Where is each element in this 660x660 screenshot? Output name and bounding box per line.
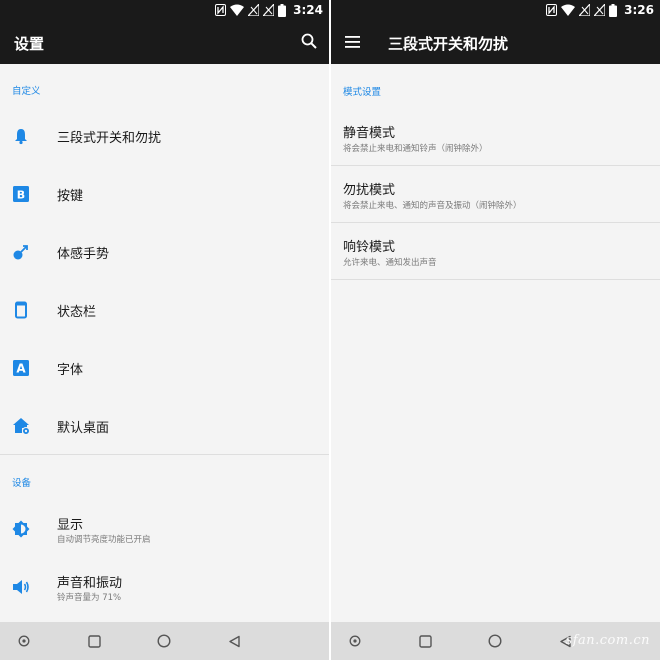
nfc-icon	[215, 4, 227, 16]
mode-description: 将会禁止来电、通知的声音及振动（闹钟除外）	[343, 201, 522, 211]
key-b-icon: B	[13, 186, 29, 202]
svg-text:B: B	[17, 189, 25, 202]
list-divider	[331, 279, 660, 280]
signal-icon	[579, 4, 591, 16]
volume-icon	[13, 580, 29, 594]
bell-icon	[15, 129, 27, 145]
section-header-mode-settings: 模式设置	[343, 87, 382, 98]
item-summary: 自动调节亮度功能已开启	[57, 535, 151, 545]
wifi-icon	[561, 4, 576, 16]
item-label: 默认桌面	[57, 421, 110, 436]
alert-slider-screen: 3:26 三段式开关和勿扰 模式设置 静音模式 将会禁止来电和通知铃声（闹钟除外…	[331, 0, 660, 660]
brightness-icon	[12, 520, 30, 538]
section-divider	[0, 454, 329, 455]
back-icon[interactable]	[225, 632, 243, 650]
status-bar: 3:26	[331, 0, 660, 20]
recents-icon[interactable]	[85, 632, 103, 650]
mode-description: 将会禁止来电和通知铃声（闹钟除外）	[343, 144, 488, 154]
mode-description: 允许来电、通知发出声音	[343, 258, 437, 268]
settings-item-font[interactable]: A 字体	[0, 339, 329, 397]
navigation-bar: sfan.com.cn	[331, 622, 660, 660]
settings-item-display[interactable]: 显示 自动调节亮度功能已开启	[0, 500, 329, 558]
page-title: 三段式开关和勿扰	[388, 35, 509, 53]
settings-item-status-bar[interactable]: 状态栏	[0, 281, 329, 339]
mode-title: 响铃模式	[343, 240, 396, 255]
signal-icon	[263, 4, 275, 16]
gesture-icon	[13, 245, 28, 260]
clock: 3:26	[624, 3, 654, 17]
status-bar: 3:24	[0, 0, 329, 20]
phone-outline-icon	[15, 301, 27, 319]
section-header-customize: 自定义	[12, 86, 41, 97]
app-bar: 三段式开关和勿扰	[331, 20, 660, 64]
wifi-icon	[230, 4, 245, 16]
svg-text:A: A	[16, 362, 26, 376]
item-label: 三段式开关和勿扰	[57, 131, 162, 146]
item-label: 声音和振动	[57, 576, 123, 591]
section-header-device: 设备	[12, 478, 32, 489]
mode-title: 勿扰模式	[343, 183, 396, 198]
mode-title: 静音模式	[343, 126, 396, 141]
home-dot-icon[interactable]	[15, 632, 33, 650]
settings-item-default-launcher[interactable]: 默认桌面	[0, 397, 329, 455]
navigation-bar	[0, 622, 329, 660]
battery-icon	[609, 3, 618, 17]
mode-option-silent[interactable]: 静音模式 将会禁止来电和通知铃声（闹钟除外）	[331, 112, 660, 169]
settings-item-alert-slider[interactable]: 三段式开关和勿扰	[0, 107, 329, 165]
item-label: 按键	[57, 189, 84, 204]
signal-icon	[594, 4, 606, 16]
nfc-icon	[546, 4, 558, 16]
item-summary: 铃声音量为 71%	[57, 593, 122, 603]
home-circle-icon[interactable]	[155, 632, 173, 650]
mode-option-do-not-disturb[interactable]: 勿扰模式 将会禁止来电、通知的声音及振动（闹钟除外）	[331, 169, 660, 226]
search-icon[interactable]	[301, 33, 317, 49]
item-label: 体感手势	[57, 247, 110, 262]
list-divider	[331, 222, 660, 223]
font-a-icon: A	[13, 360, 29, 376]
home-dot-icon[interactable]	[346, 632, 364, 650]
home-gear-icon	[13, 418, 30, 435]
item-label: 显示	[57, 518, 84, 533]
mode-option-ring[interactable]: 响铃模式 允许来电、通知发出声音	[331, 226, 660, 283]
settings-item-sound[interactable]: 声音和振动 铃声音量为 71%	[0, 558, 329, 616]
app-bar: 设置	[0, 20, 329, 64]
page-title: 设置	[14, 35, 45, 53]
clock: 3:24	[293, 3, 323, 17]
settings-item-buttons[interactable]: B 按键	[0, 165, 329, 223]
watermark: sfan.com.cn	[565, 633, 650, 648]
home-circle-icon[interactable]	[486, 632, 504, 650]
list-divider	[331, 165, 660, 166]
battery-icon	[278, 3, 287, 17]
recents-icon[interactable]	[416, 632, 434, 650]
item-label: 字体	[57, 363, 84, 378]
settings-screen: 3:24 设置 自定义 三段式开关和勿扰 B 按键 体感手势 状态栏 A 字体 …	[0, 0, 329, 660]
settings-item-gestures[interactable]: 体感手势	[0, 223, 329, 281]
signal-icon	[248, 4, 260, 16]
item-label: 状态栏	[57, 305, 97, 320]
menu-icon[interactable]	[345, 36, 360, 48]
